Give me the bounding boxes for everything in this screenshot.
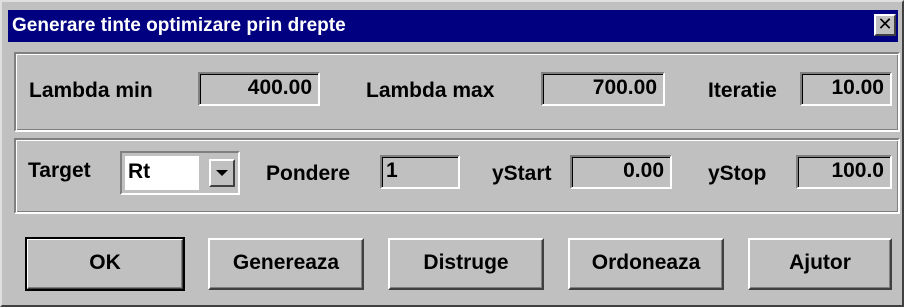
window-title: Generare tinte optimizare prin drepte	[12, 15, 346, 36]
distruge-button[interactable]: Distruge	[388, 238, 544, 290]
ystop-label: yStop	[708, 162, 767, 185]
lambda-min-label: Lambda min	[29, 79, 153, 102]
ystart-label: yStart	[492, 162, 552, 185]
title-bar[interactable]: Generare tinte optimizare prin drepte ✕	[8, 10, 898, 42]
dialog-window: Generare tinte optimizare prin drepte ✕ …	[0, 0, 904, 307]
iteratie-input[interactable]: 10.00	[800, 72, 892, 106]
genereaza-button[interactable]: Genereaza	[208, 238, 364, 290]
lambda-min-input[interactable]: 400.00	[198, 72, 320, 106]
pondere-input[interactable]: 1	[380, 155, 460, 189]
lambda-max-input[interactable]: 700.00	[541, 72, 665, 106]
ajutor-button[interactable]: Ajutor	[748, 238, 892, 290]
pondere-label: Pondere	[266, 162, 351, 185]
target-select[interactable]: Rt	[120, 151, 240, 195]
ystop-input[interactable]: 100.0	[796, 155, 892, 189]
chevron-down-icon[interactable]	[209, 159, 235, 187]
iteratie-label: Iteratie	[708, 79, 777, 102]
ystart-input[interactable]: 0.00	[570, 155, 672, 189]
target-label: Target	[28, 159, 91, 182]
close-button[interactable]: ✕	[874, 14, 896, 36]
lambda-max-label: Lambda max	[366, 79, 495, 102]
close-icon: ✕	[877, 14, 893, 35]
ordoneaza-button[interactable]: Ordoneaza	[568, 238, 724, 290]
ok-button[interactable]: OK	[25, 237, 185, 291]
target-select-value: Rt	[125, 156, 199, 190]
